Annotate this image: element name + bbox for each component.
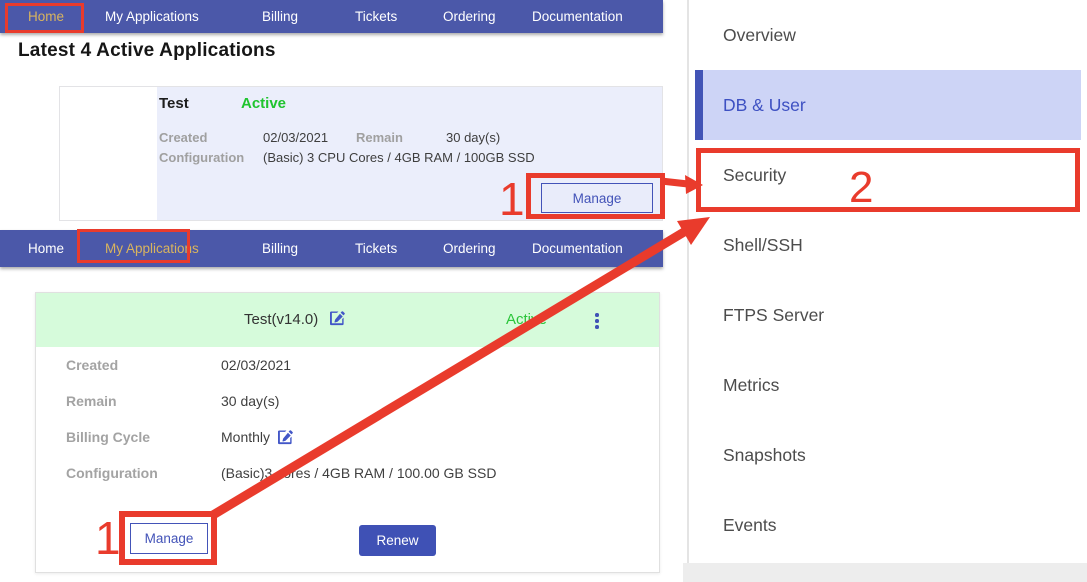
billing-cycle-value: Monthly: [221, 429, 293, 445]
app-status-badge: Active: [241, 95, 286, 112]
sidebar-item-events[interactable]: Events: [689, 490, 1081, 560]
sidebar-item-label: DB & User: [723, 95, 806, 115]
manage-button-summary[interactable]: Manage: [541, 183, 653, 213]
application-detail-card: Test(v14.0) Active Created 02/03/2021 Re…: [35, 292, 660, 573]
app-status-badge: Active: [506, 311, 547, 328]
billing-cycle-label: Billing Cycle: [66, 429, 150, 445]
remain-value: 30 day(s): [446, 130, 500, 145]
nav-item-documentation[interactable]: Documentation: [532, 230, 623, 267]
page-background-strip: [683, 563, 1087, 582]
app-title: Test(v14.0): [244, 311, 318, 328]
nav-item-tickets[interactable]: Tickets: [355, 230, 397, 267]
short-arrow-shaft: [661, 181, 688, 184]
active-indicator-stripe: [695, 70, 703, 140]
nav-item-ordering[interactable]: Ordering: [443, 0, 496, 33]
configuration-value: (Basic)3 cores / 4GB RAM / 100.00 GB SSD: [221, 465, 496, 481]
edit-billing-cycle-icon[interactable]: [278, 430, 293, 445]
nav-item-billing[interactable]: Billing: [262, 230, 298, 267]
nav-item-billing[interactable]: Billing: [262, 0, 298, 33]
renew-button[interactable]: Renew: [359, 525, 436, 556]
navbar-my-applications-view: Home My Applications Billing Tickets Ord…: [0, 230, 663, 267]
page-title: Latest 4 Active Applications: [18, 40, 276, 62]
nav-item-tickets[interactable]: Tickets: [355, 0, 397, 33]
created-label: Created: [66, 357, 118, 373]
configuration-value: (Basic) 3 CPU Cores / 4GB RAM / 100GB SS…: [263, 150, 535, 165]
sidebar-item-overview[interactable]: Overview: [689, 0, 1081, 70]
sidebar-item-shell-ssh[interactable]: Shell/SSH: [689, 210, 1081, 280]
kebab-menu-icon[interactable]: [587, 307, 607, 335]
app-thumbnail-placeholder: [60, 87, 157, 220]
sidebar-item-snapshots[interactable]: Snapshots: [689, 420, 1081, 490]
created-value: 02/03/2021: [221, 357, 291, 373]
remain-value: 30 day(s): [221, 393, 279, 409]
billing-cycle-text: Monthly: [221, 429, 270, 445]
screen: Home My Applications Billing Tickets Ord…: [0, 0, 1087, 582]
app-name: Test: [159, 95, 189, 112]
sidebar-item-ftps-server[interactable]: FTPS Server: [689, 280, 1081, 350]
remain-label: Remain: [66, 393, 117, 409]
navbar-home-view: Home My Applications Billing Tickets Ord…: [0, 0, 663, 33]
nav-item-home[interactable]: Home: [28, 230, 64, 267]
nav-item-home[interactable]: Home: [28, 0, 64, 33]
application-summary-card: Test Active Created 02/03/2021 Remain 30…: [59, 86, 663, 221]
detail-card-header: Test(v14.0) Active: [36, 293, 659, 347]
configuration-label: Configuration: [159, 150, 244, 165]
manage-button-detail[interactable]: Manage: [130, 523, 208, 554]
sidebar-item-metrics[interactable]: Metrics: [689, 350, 1081, 420]
manage-sidebar: Overview DB & User Security Shell/SSH FT…: [687, 0, 1081, 563]
nav-item-my-applications[interactable]: My Applications: [105, 230, 199, 267]
nav-item-my-applications[interactable]: My Applications: [105, 0, 199, 33]
created-label: Created: [159, 130, 207, 145]
nav-item-documentation[interactable]: Documentation: [532, 0, 623, 33]
remain-label: Remain: [356, 130, 403, 145]
configuration-label: Configuration: [66, 465, 158, 481]
sidebar-item-db-user[interactable]: DB & User: [689, 70, 1081, 140]
edit-title-icon[interactable]: [330, 311, 345, 331]
created-value: 02/03/2021: [263, 130, 328, 145]
nav-item-ordering[interactable]: Ordering: [443, 230, 496, 267]
sidebar-item-security[interactable]: Security: [689, 140, 1081, 210]
